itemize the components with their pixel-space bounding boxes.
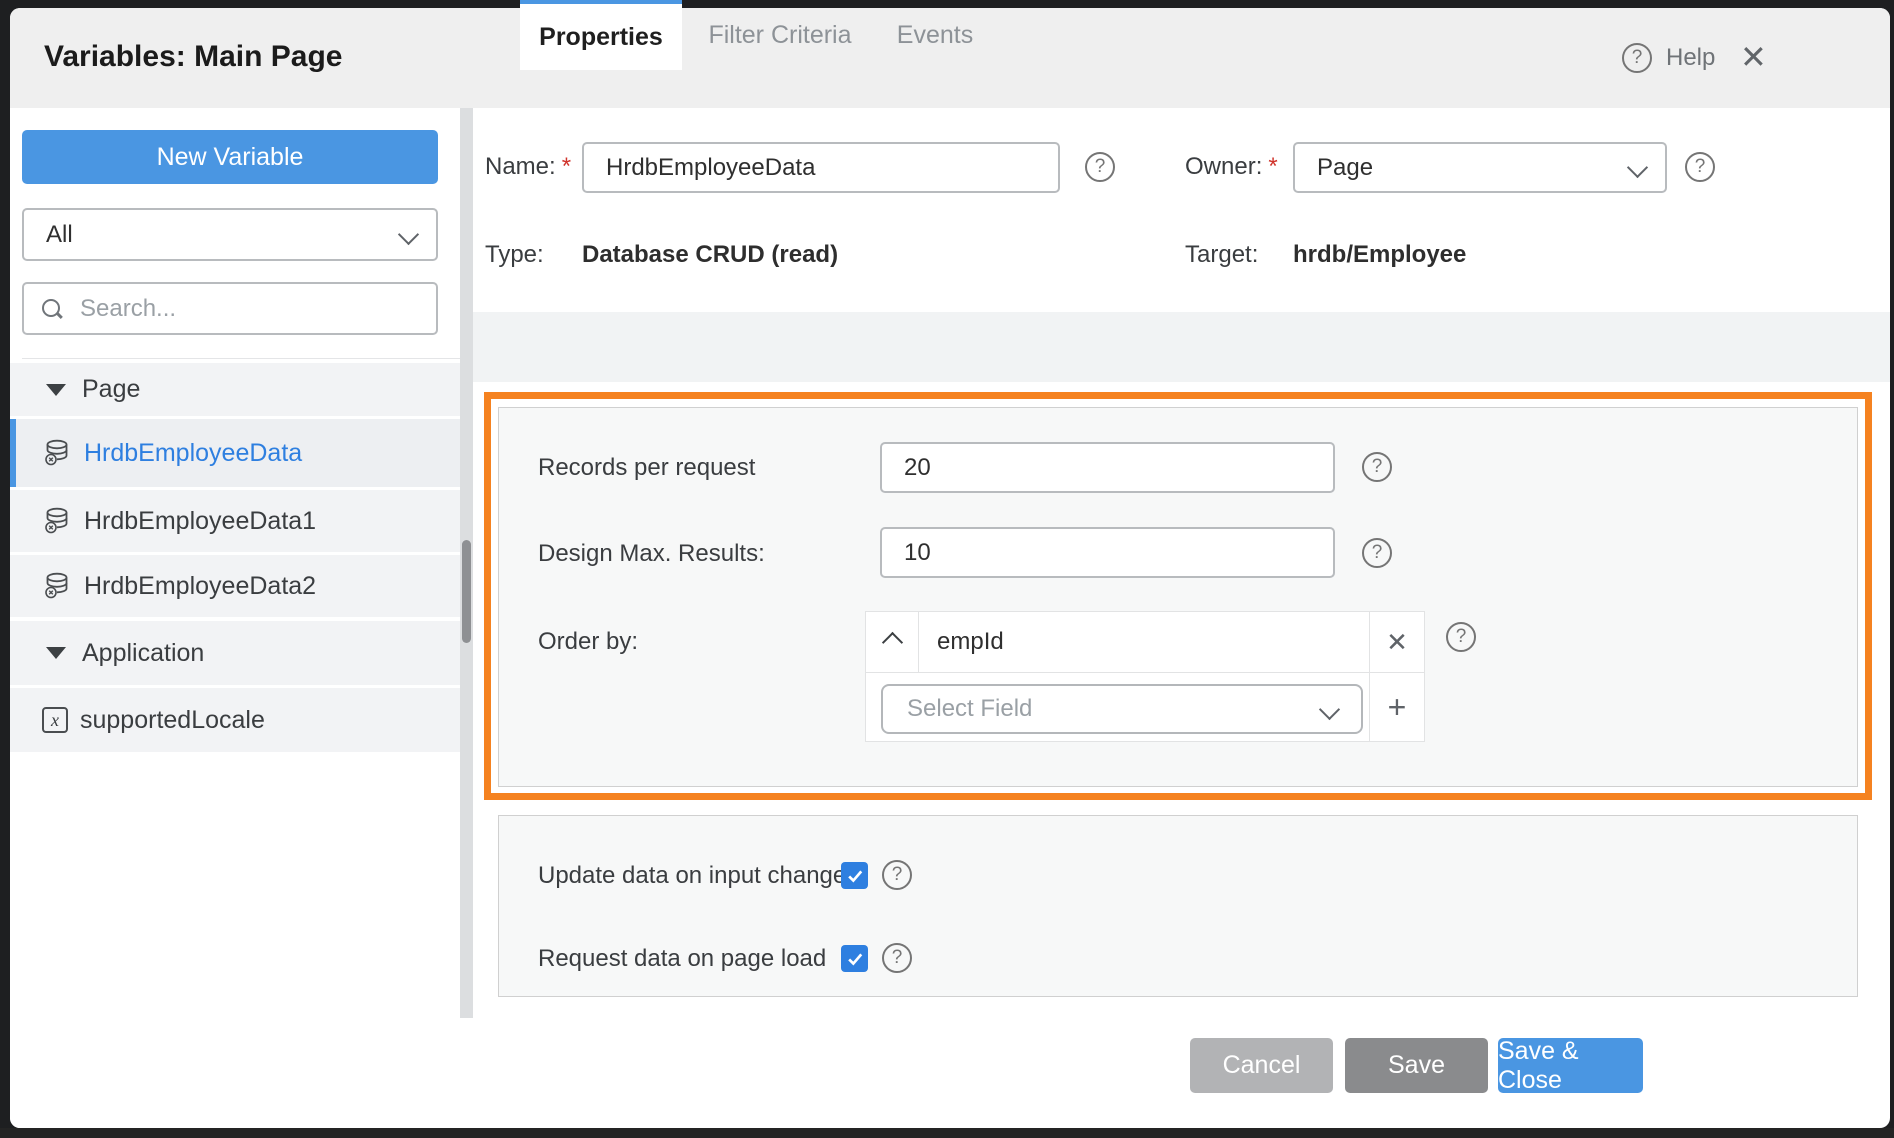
update-on-input-change-help-icon[interactable]: ?	[882, 860, 912, 890]
tree-item-label: HrdbEmployeeData	[84, 439, 302, 468]
name-value: HrdbEmployeeData	[606, 154, 815, 182]
target-label: Target:	[1185, 241, 1258, 269]
cancel-button[interactable]: Cancel	[1190, 1038, 1333, 1093]
sidebar	[10, 108, 460, 1128]
request-on-page-load-checkbox[interactable]	[841, 945, 868, 972]
sort-direction-button[interactable]	[866, 612, 918, 672]
sidebar-divider	[22, 358, 460, 359]
update-on-input-change-checkbox[interactable]	[841, 862, 868, 889]
save-button[interactable]: Save	[1345, 1038, 1488, 1093]
tree-item-hrdbemployeedata1[interactable]: HrdbEmployeeData1	[10, 490, 460, 552]
required-asterisk: *	[562, 153, 571, 180]
design-max-results-label: Design Max. Results:	[538, 540, 765, 568]
records-per-request-label: Records per request	[538, 454, 755, 482]
name-label: Name:*	[485, 153, 571, 181]
request-on-page-load-label: Request data on page load	[538, 945, 826, 973]
database-variable-icon	[42, 571, 72, 601]
chevron-down-icon	[398, 224, 419, 245]
string-variable-icon: x	[42, 707, 68, 733]
order-by-label: Order by:	[538, 628, 638, 656]
search-input[interactable]: Search...	[22, 282, 438, 335]
tree-item-label: HrdbEmployeeData1	[84, 507, 316, 536]
target-value: hrdb/Employee	[1293, 241, 1466, 269]
order-by-field[interactable]: empId	[919, 612, 1387, 672]
records-per-request-input[interactable]: 20	[880, 442, 1335, 493]
order-by-widget: empId ✕ Select Field +	[865, 611, 1425, 742]
remove-icon: ✕	[1386, 627, 1408, 658]
dialog-title: Variables: Main Page	[44, 40, 342, 74]
search-icon	[42, 299, 62, 319]
owner-label: Owner:*	[1185, 153, 1278, 181]
tree-item-label: supportedLocale	[80, 706, 265, 735]
background-strip	[0, 1128, 1894, 1138]
chevron-down-icon	[1319, 698, 1340, 719]
variable-filter-select[interactable]: All	[22, 208, 438, 261]
tree-item-label: HrdbEmployeeData2	[84, 572, 316, 601]
owner-help-icon[interactable]: ?	[1685, 152, 1715, 182]
collapse-triangle-icon	[46, 384, 66, 396]
close-icon[interactable]: ✕	[1740, 38, 1767, 76]
order-by-select-field[interactable]: Select Field	[881, 684, 1363, 734]
type-label: Type:	[485, 241, 544, 269]
design-max-results-input[interactable]: 10	[880, 527, 1335, 578]
tree-section-page[interactable]: Page	[10, 363, 460, 416]
design-max-results-help-icon[interactable]: ?	[1362, 538, 1392, 568]
filter-select-value: All	[46, 221, 73, 249]
name-help-icon[interactable]: ?	[1085, 152, 1115, 182]
tree-item-hrdbemployeedata[interactable]: HrdbEmployeeData	[10, 419, 460, 487]
sidebar-scrollbar-thumb[interactable]	[462, 540, 471, 643]
tree-item-hrdbemployeedata2[interactable]: HrdbEmployeeData2	[10, 555, 460, 617]
help-icon[interactable]: ?	[1622, 43, 1652, 73]
search-placeholder: Search...	[80, 295, 176, 323]
tab-events[interactable]: Events	[880, 0, 990, 70]
owner-select[interactable]: Page	[1293, 142, 1667, 193]
tree-item-supportedlocale[interactable]: x supportedLocale	[10, 688, 460, 752]
save-close-button[interactable]: Save & Close	[1498, 1038, 1643, 1093]
new-variable-button[interactable]: New Variable	[22, 130, 438, 184]
order-by-help-icon[interactable]: ?	[1446, 622, 1476, 652]
owner-value: Page	[1317, 154, 1373, 182]
plus-icon: +	[1388, 689, 1407, 726]
tab-strip	[473, 312, 1890, 382]
remove-order-field-button[interactable]: ✕	[1370, 612, 1424, 672]
chevron-up-icon	[881, 631, 902, 652]
tab-filter-criteria[interactable]: Filter Criteria	[690, 0, 870, 70]
selected-indicator-bar	[10, 419, 16, 487]
tree-section-application[interactable]: Application	[10, 621, 460, 685]
tab-properties[interactable]: Properties	[520, 0, 682, 70]
name-input[interactable]: HrdbEmployeeData	[582, 142, 1060, 193]
help-link[interactable]: Help	[1666, 44, 1715, 72]
database-variable-icon	[42, 438, 72, 468]
type-value: Database CRUD (read)	[582, 241, 838, 269]
collapse-triangle-icon	[46, 647, 66, 659]
chevron-down-icon	[1627, 157, 1648, 178]
check-icon	[845, 949, 865, 969]
records-per-request-help-icon[interactable]: ?	[1362, 452, 1392, 482]
add-order-field-button[interactable]: +	[1370, 673, 1424, 741]
update-on-input-change-label: Update data on input change	[538, 862, 846, 890]
database-variable-icon	[42, 506, 72, 536]
screen: Variables: Main Page ? Help ✕ New Variab…	[0, 0, 1894, 1138]
required-asterisk: *	[1268, 153, 1277, 180]
request-on-page-load-help-icon[interactable]: ?	[882, 943, 912, 973]
check-icon	[845, 866, 865, 886]
